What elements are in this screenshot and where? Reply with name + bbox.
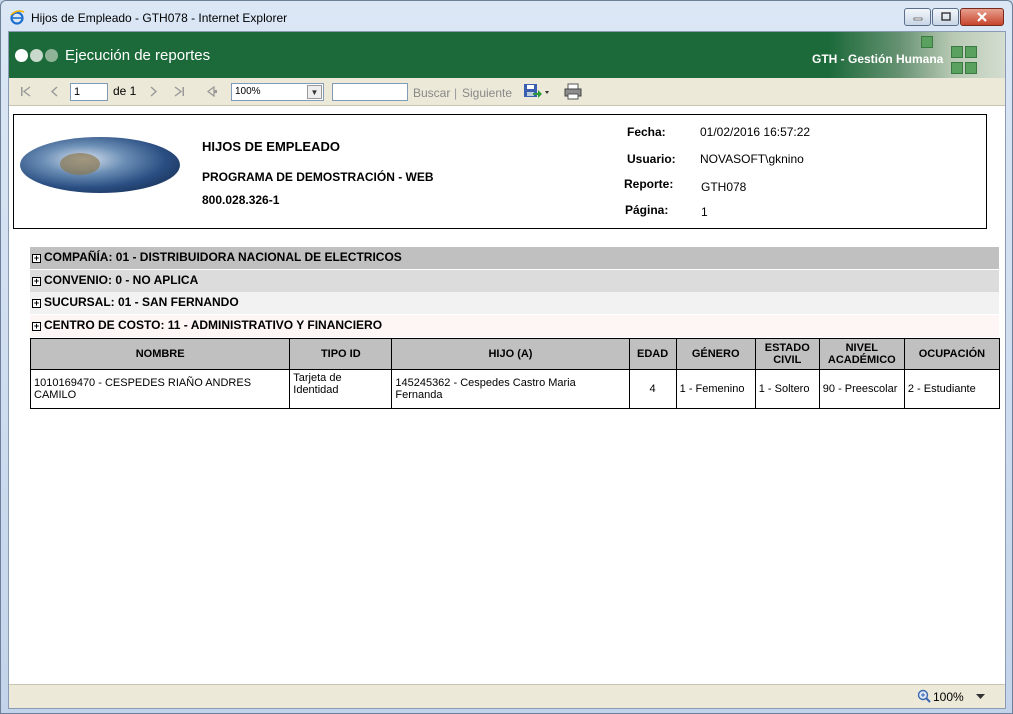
next-page-icon[interactable] [148, 86, 158, 97]
group-sucursal[interactable]: + SUCURSAL: 01 - SAN FERNANDO [30, 292, 999, 314]
expand-plus-icon[interactable]: + [32, 299, 41, 308]
browser-window: Hijos de Empleado - GTH078 - Internet Ex… [0, 0, 1013, 714]
report-header: HIJOS DE EMPLEADO PROGRAMA DE DEMOSTRACI… [13, 114, 987, 229]
usuario-label: Usuario: [627, 152, 676, 166]
col-edad: EDAD [628, 338, 677, 370]
status-bar: 100% [9, 684, 1005, 708]
maximize-icon [940, 12, 951, 21]
zoom-magnifier-icon[interactable] [917, 689, 931, 703]
pagina-value: 1 [701, 205, 708, 219]
chevron-down-icon: ▼ [307, 85, 322, 99]
zoom-level[interactable]: 100% [933, 690, 964, 704]
report-subtitle: PROGRAMA DE DEMOSTRACIÓN - WEB [202, 170, 434, 184]
expand-plus-icon[interactable]: + [32, 254, 41, 263]
table-header-row: NOMBRE TIPO ID HIJO (A) EDAD GÉNERO ESTA… [29, 338, 1001, 370]
minimize-icon [913, 17, 922, 21]
last-page-icon[interactable] [173, 86, 185, 97]
group-convenio[interactable]: + CONVENIO: 0 - NO APLICA [30, 270, 999, 292]
col-hijo: HIJO (A) [391, 338, 630, 370]
people-icon [951, 62, 963, 74]
dot-icon [45, 49, 58, 62]
find-link[interactable]: Buscar [413, 86, 450, 100]
cell-hijo: 145245362 - Cespedes Castro Maria Fernan… [391, 369, 630, 409]
dot-icon [15, 49, 28, 62]
link-separator: | [454, 86, 458, 100]
cell-nombre: 1010169470 - CESPEDES RIAÑO ANDRES CAMIL… [29, 369, 291, 409]
previous-page-icon[interactable] [50, 86, 60, 97]
people-icon [921, 36, 933, 48]
close-button[interactable] [960, 8, 1004, 26]
zoom-select[interactable]: 100% ▼ [231, 83, 324, 101]
expand-plus-icon[interactable]: + [32, 277, 41, 286]
zoom-select-value: 100% [235, 86, 261, 97]
globe-logo [20, 137, 180, 193]
group-compania[interactable]: + COMPAÑÍA: 01 - DISTRIBUIDORA NACIONAL D… [30, 247, 999, 269]
export-save-icon[interactable] [523, 83, 551, 99]
table-row: 1010169470 - CESPEDES RIAÑO ANDRES CAMIL… [29, 369, 1001, 409]
group-label: CENTRO DE COSTO: 11 - ADMINISTRATIVO Y F… [44, 318, 383, 332]
usuario-value: NOVASOFT\gknino [700, 152, 804, 166]
people-icon [951, 46, 963, 58]
cell-tipo-id: Tarjeta de Identidad [289, 369, 393, 409]
title-bar: Hijos de Empleado - GTH078 - Internet Ex… [1, 1, 1012, 31]
col-ocupacion: OCUPACIÓN [903, 338, 1001, 370]
cell-nivel-academico: 90 - Preescolar [818, 369, 905, 409]
people-icon [965, 62, 977, 74]
col-genero: GÉNERO [675, 338, 756, 370]
minimize-button[interactable] [904, 8, 931, 26]
cell-edad: 4 [628, 369, 677, 409]
fecha-value: 01/02/2016 16:57:22 [700, 125, 811, 139]
back-to-parent-icon[interactable] [206, 86, 218, 97]
find-next-link[interactable]: Siguiente [462, 86, 512, 100]
group-label: SUCURSAL: 01 - SAN FERNANDO [44, 295, 239, 309]
printer-icon[interactable] [564, 83, 582, 100]
people-icon [965, 46, 977, 58]
report-page: HIJOS DE EMPLEADO PROGRAMA DE DEMOSTRACI… [9, 107, 1005, 682]
banner-brand: GTH - Gestión Humana [812, 52, 944, 66]
col-tipo-id: TIPO ID [289, 338, 393, 370]
col-estado-civil: ESTADO CIVIL [754, 338, 820, 370]
cell-estado-civil: 1 - Soltero [754, 369, 820, 409]
cell-ocupacion: 2 - Estudiante [903, 369, 1001, 409]
maximize-button[interactable] [932, 8, 959, 26]
chevron-down-icon[interactable] [976, 694, 985, 700]
report-nit: 800.028.326-1 [202, 193, 280, 207]
col-nombre: NOMBRE [29, 338, 291, 370]
first-page-icon[interactable] [20, 86, 32, 97]
expand-plus-icon[interactable]: + [32, 322, 41, 331]
banner-title: Ejecución de reportes [65, 47, 211, 64]
reporte-label: Reporte: [624, 177, 674, 191]
report-title: HIJOS DE EMPLEADO [202, 139, 340, 154]
app-banner: Ejecución de reportes GTH - Gestión Huma… [9, 32, 1005, 78]
page-number-input[interactable]: 1 [70, 83, 108, 101]
close-icon [977, 12, 987, 22]
reporte-value: GTH078 [701, 180, 747, 194]
group-label: COMPAÑÍA: 01 - DISTRIBUIDORA NACIONAL DE… [44, 250, 402, 264]
browser-content: Ejecución de reportes GTH - Gestión Huma… [8, 31, 1006, 709]
fecha-label: Fecha: [627, 125, 666, 139]
banner-dots [15, 49, 60, 62]
search-input[interactable] [332, 83, 408, 101]
col-nivel-academico: NIVEL ACADÉMICO [818, 338, 905, 370]
window-title: Hijos de Empleado - GTH078 - Internet Ex… [31, 11, 288, 25]
group-centro-costo[interactable]: + CENTRO DE COSTO: 11 - ADMINISTRATIVO Y … [30, 315, 999, 337]
group-label: CONVENIO: 0 - NO APLICA [44, 273, 199, 287]
cell-genero: 1 - Femenino [675, 369, 756, 409]
dot-icon [30, 49, 43, 62]
page-count-label: de 1 [113, 84, 137, 98]
report-toolbar: 1 de 1 100% ▼ Buscar | Siguiente [9, 78, 1005, 106]
internet-explorer-icon [10, 10, 25, 25]
children-table: NOMBRE TIPO ID HIJO (A) EDAD GÉNERO ESTA… [29, 338, 1001, 409]
pagina-label: Página: [625, 203, 669, 217]
